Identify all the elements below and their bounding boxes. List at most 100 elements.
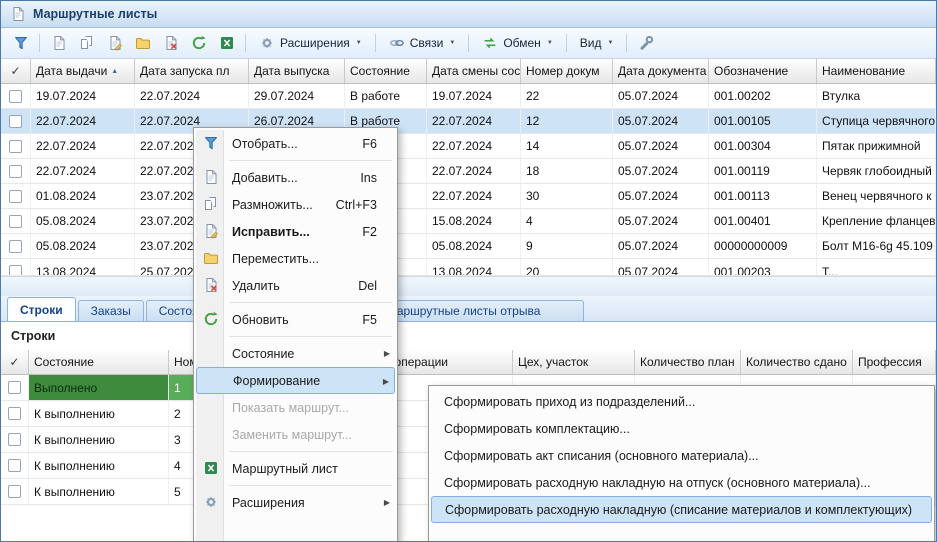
pane-splitter[interactable] [1,276,936,296]
copy-button[interactable] [74,32,99,55]
excel-icon [219,35,235,51]
row-checkbox[interactable] [9,265,22,276]
row-checkbox[interactable] [9,140,22,153]
column-header-label: Номер докум [526,64,599,78]
exchange-dropdown[interactable]: Обмен▼ [475,32,559,55]
route-sheets-window: Маршрутные листы Расширения▼Связи▼Обмен▼… [0,0,937,542]
cell: 22.07.2024 [31,109,135,133]
table-row[interactable]: 01.08.202423.07.202422.07.20243005.07.20… [1,184,936,209]
add-button[interactable] [46,32,71,55]
menu-separator [229,302,392,303]
menu-separator [229,451,392,452]
menu-item[interactable]: Сформировать расходную накладную (списан… [431,496,932,523]
column-header[interactable]: Обозначение [709,59,817,83]
column-header-label: Профессия [858,355,922,369]
menu-item[interactable]: Сформировать комплектацию... [431,415,932,442]
links-icon [389,35,405,51]
cell: 05.07.2024 [613,209,709,233]
checkbox-cell [1,134,31,158]
menu-item[interactable]: Расширения▶ [196,489,395,516]
column-header[interactable]: Дата выпуска [249,59,345,83]
folder-icon [203,250,219,266]
submenu-arrow-icon: ▶ [383,377,389,386]
row-checkbox[interactable] [9,215,22,228]
tab-zakazy[interactable]: Заказы [78,300,144,321]
table-row[interactable]: 05.08.202423.07.202405.08.2024905.07.202… [1,234,936,259]
column-header[interactable]: Количество сдано [741,350,853,374]
row-checkbox[interactable] [8,407,21,420]
doc-icon [51,35,67,51]
menu-item[interactable]: ОбновитьF5 [196,306,395,333]
cell: Крепление фланцев [817,209,936,233]
menu-item[interactable]: УдалитьDel [196,272,395,299]
cell: 05.07.2024 [613,84,709,108]
column-header[interactable]: Наименование [817,59,936,83]
delete-button[interactable] [158,32,183,55]
menu-shortcut: Del [348,279,377,293]
menu-item[interactable]: Переместить... [196,245,395,272]
table-row[interactable]: 22.07.202422.07.202422.07.20241805.07.20… [1,159,936,184]
folder-icon [135,35,151,51]
column-header[interactable]: Состояние [345,59,427,83]
row-checkbox[interactable] [9,165,22,178]
cell: Т... [817,259,936,276]
cell: Венец червячного к [817,184,936,208]
dropdown-label: Вид [580,36,602,50]
table-row[interactable]: 19.07.202422.07.202429.07.2024В работе19… [1,84,936,109]
menu-item[interactable]: Сформировать расходную накладную на отпу… [431,469,932,496]
column-header[interactable]: Дата запуска пл [135,59,249,83]
cell: 22.07.2024 [31,159,135,183]
service-settings-button[interactable] [633,32,658,55]
view-dropdown[interactable]: Вид▼ [573,32,621,55]
row-checkbox[interactable] [8,459,21,472]
menu-item-label: Заменить маршрут... [232,428,352,442]
tab-marshrutnye-listy-otryva[interactable]: Маршрутные листы отрыва [374,300,584,321]
menu-item-label: Отобрать... [232,137,298,151]
tab-stroki[interactable]: Строки [7,297,76,321]
row-checkbox[interactable] [8,433,21,446]
row-checkbox[interactable] [8,485,21,498]
menu-item[interactable]: Исправить...F2 [196,218,395,245]
menu-item[interactable]: Размножить...Ctrl+F3 [196,191,395,218]
filter-button[interactable] [8,32,33,55]
gear-icon [203,494,219,510]
dropdown-label: Связи [410,36,444,50]
column-header[interactable]: Цех, участок [513,350,635,374]
edit-button[interactable] [102,32,127,55]
row-checkbox[interactable] [9,240,22,253]
excel-button[interactable] [214,32,239,55]
menu-item[interactable]: Отобрать... F6 [196,130,395,157]
column-header[interactable]: Количество план [635,350,741,374]
row-checkbox[interactable] [9,115,22,128]
menu-item[interactable]: Формирование▶ [196,367,395,394]
column-header[interactable]: Номер докум [521,59,613,83]
table-row[interactable]: 22.07.202422.07.202426.07.2024В работе22… [1,109,936,134]
dropdown-label: Обмен [503,36,541,50]
table-header: ✓СостояниеНомерНаименование операцииЦех,… [1,350,936,375]
refresh-button[interactable] [186,32,211,55]
row-checkbox[interactable] [9,190,22,203]
menu-item[interactable]: Добавить...Ins [196,164,395,191]
menu-shortcut: F6 [352,137,377,151]
move-button[interactable] [130,32,155,55]
menu-item[interactable]: Сформировать акт списания (основного мат… [431,442,932,469]
menu-item[interactable]: Сформировать приход из подразделений... [431,388,932,415]
table-row[interactable]: 05.08.202423.07.202415.08.2024405.07.202… [1,209,936,234]
links-dropdown[interactable]: Связи▼ [382,32,463,55]
extensions-dropdown[interactable]: Расширения▼ [252,32,369,55]
menu-item[interactable]: Маршрутный лист [196,455,395,482]
column-header[interactable]: Дата смены сос [427,59,521,83]
row-checkbox[interactable] [9,90,22,103]
row-checkbox[interactable] [8,381,21,394]
menu-shortcut: Ins [350,171,377,185]
checkbox-cell [1,209,31,233]
column-header[interactable]: Состояние [29,350,169,374]
column-header-label: Состояние [34,355,94,369]
cell: 05.07.2024 [613,259,709,276]
table-row[interactable]: 22.07.202422.07.202422.07.20241405.07.20… [1,134,936,159]
column-header[interactable]: Дата выдачи▲ [31,59,135,83]
menu-item[interactable]: Состояние▶ [196,340,395,367]
table-row[interactable]: 13.08.202425.07.202413.08.20242005.07.20… [1,259,936,276]
column-header[interactable]: Профессия [853,350,936,374]
column-header[interactable]: Дата документа [613,59,709,83]
